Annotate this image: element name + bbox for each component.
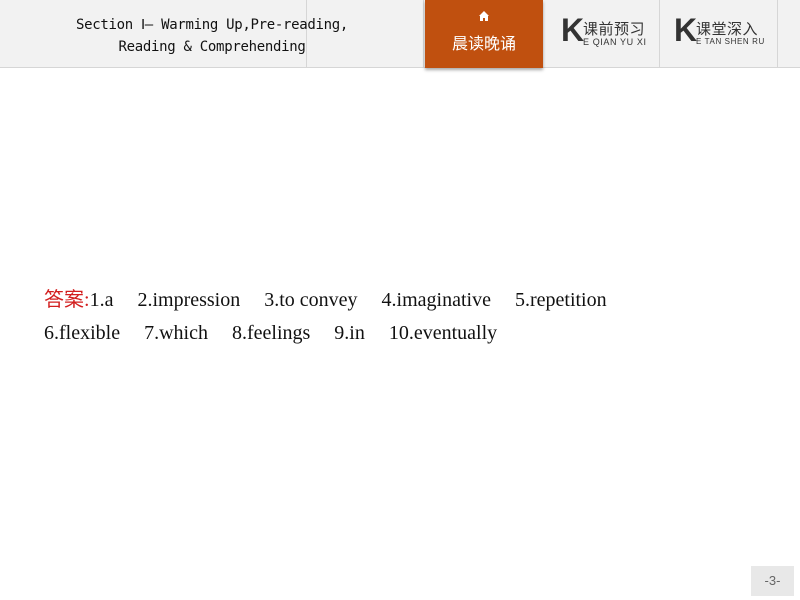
section-title-box: Section Ⅰ— Warming Up,Pre-reading, Readi… xyxy=(0,0,424,68)
answer-item: 4.imaginative xyxy=(381,289,491,311)
answer-item: 2.impression xyxy=(137,289,241,311)
answer-item: 10.eventually xyxy=(388,322,498,344)
answer-item: 3.to convey xyxy=(264,289,358,311)
answer-label: 答案: xyxy=(44,289,90,311)
tab-preview[interactable]: K 课前预习 E QIAN YU XI xyxy=(543,0,660,68)
answer-item: 1.a xyxy=(89,289,114,311)
answer-line-2: 6.flexible 7.which 8.feelings 9.in 10.ev… xyxy=(44,317,626,350)
tab-in-class-pinyin: E TAN SHEN RU xyxy=(696,37,765,46)
page-number: -3- xyxy=(751,566,794,596)
answer-block: 答案:1.a 2.impression 3.to convey 4.imagin… xyxy=(44,284,626,350)
tab-preview-label: 课前预习 xyxy=(583,21,646,38)
tab-preview-k-letter: K xyxy=(561,12,585,48)
answer-item: 6.flexible xyxy=(44,322,121,344)
answer-line-1: 答案:1.a 2.impression 3.to convey 4.imagin… xyxy=(44,284,626,317)
header-bar: Section Ⅰ— Warming Up,Pre-reading, Readi… xyxy=(0,0,800,68)
answer-item: 9.in xyxy=(334,322,365,344)
section-title-line1: Section Ⅰ— Warming Up,Pre-reading, xyxy=(75,17,349,33)
tab-preview-pinyin: E QIAN YU XI xyxy=(583,37,647,47)
tab-in-class[interactable]: K 课堂深入 E TAN SHEN RU xyxy=(660,0,778,68)
section-title: Section Ⅰ— Warming Up,Pre-reading, Readi… xyxy=(0,14,424,58)
tab-in-class-k-letter: K xyxy=(674,12,698,48)
tab-morning-reading[interactable]: 晨读晚诵 xyxy=(425,0,543,68)
answer-item: 5.repetition xyxy=(514,289,607,311)
answer-item: 8.feelings xyxy=(231,322,311,344)
answer-item: 7.which xyxy=(144,322,208,344)
tab-in-class-label: 课堂深入 xyxy=(696,21,759,38)
section-title-line2: Reading & Comprehending xyxy=(118,39,306,55)
home-icon xyxy=(479,11,489,21)
tab-morning-reading-label: 晨读晚诵 xyxy=(451,36,516,53)
